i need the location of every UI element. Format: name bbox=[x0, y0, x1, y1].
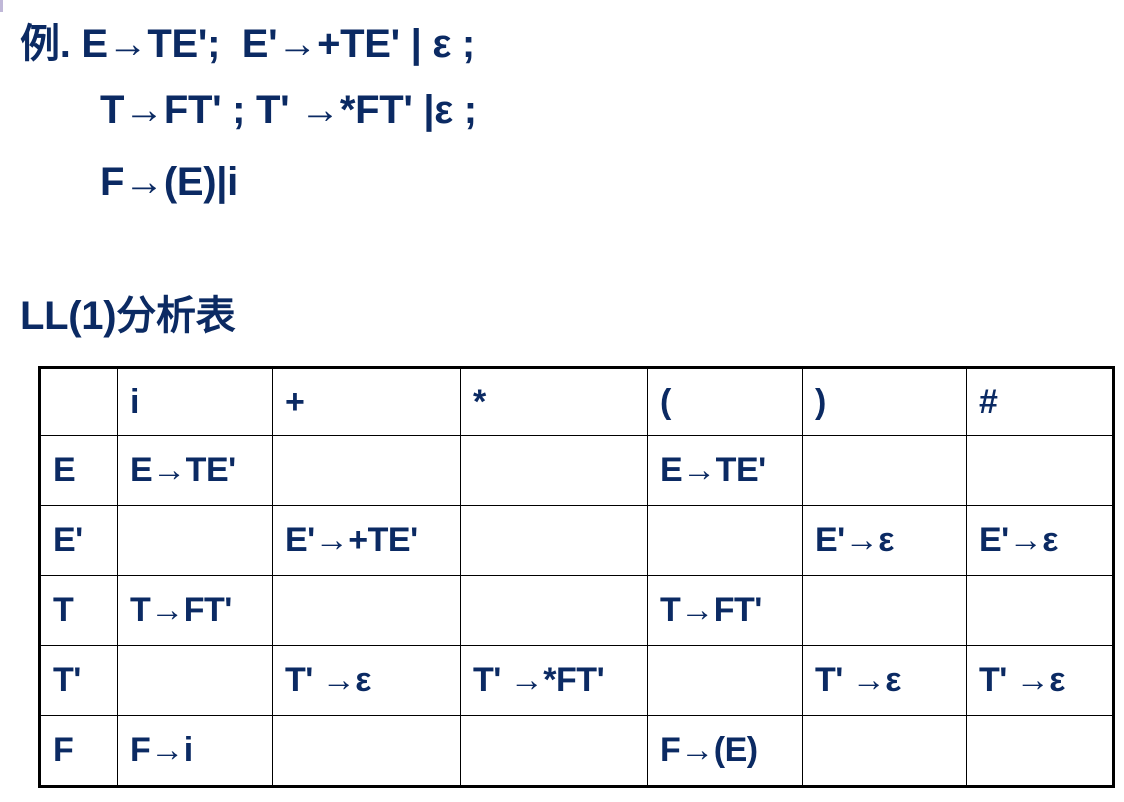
table-cell: T→FT' bbox=[117, 575, 273, 646]
row-nonterminal: T bbox=[39, 575, 118, 646]
table-cell bbox=[966, 435, 1114, 506]
table-cell: T' →*FT' bbox=[460, 645, 648, 716]
table-title: LL(1)分析表 bbox=[20, 294, 236, 338]
table-row: E E→TE' E→TE' bbox=[39, 435, 1114, 506]
table-cell bbox=[802, 435, 967, 506]
table-cell bbox=[647, 645, 803, 716]
header-cell-rparen: ) bbox=[802, 367, 967, 436]
table-cell: T→FT' bbox=[647, 575, 803, 646]
table-cell: E'→ε bbox=[966, 505, 1114, 576]
grammar-line-1: 例. E→TE'; E'→+TE' | ε ; bbox=[20, 22, 475, 66]
ll1-parse-table: i + * ( ) # E E→TE' E→TE' E' E'→+TE' E'→… bbox=[38, 366, 1115, 788]
table-cell bbox=[966, 715, 1114, 787]
header-cell-lparen: ( bbox=[647, 367, 803, 436]
slide-corner-mark bbox=[0, 0, 3, 12]
table-cell: T' →ε bbox=[272, 645, 461, 716]
grammar-line-3: F→(E)|i bbox=[100, 160, 238, 204]
header-cell-corner bbox=[39, 367, 118, 436]
row-nonterminal: E bbox=[39, 435, 118, 506]
table-cell bbox=[460, 505, 648, 576]
table-cell bbox=[460, 715, 648, 787]
table-cell: T' →ε bbox=[802, 645, 967, 716]
table-header-row: i + * ( ) # bbox=[39, 367, 1114, 436]
table-cell bbox=[647, 505, 803, 576]
table-cell bbox=[460, 435, 648, 506]
table-cell bbox=[966, 575, 1114, 646]
table-row: E' E'→+TE' E'→ε E'→ε bbox=[39, 505, 1114, 576]
table-cell bbox=[802, 715, 967, 787]
table-cell: T' →ε bbox=[966, 645, 1114, 716]
table-cell bbox=[117, 645, 273, 716]
table-cell bbox=[460, 575, 648, 646]
table-cell: E'→+TE' bbox=[272, 505, 461, 576]
table-cell: E→TE' bbox=[647, 435, 803, 506]
table-cell bbox=[802, 575, 967, 646]
table-cell: E→TE' bbox=[117, 435, 273, 506]
table-cell: E'→ε bbox=[802, 505, 967, 576]
table-cell bbox=[272, 435, 461, 506]
grammar-line-2: T→FT' ; T' →*FT' |ε ; bbox=[100, 88, 477, 132]
table-cell bbox=[272, 575, 461, 646]
table-cell: F→(E) bbox=[647, 715, 803, 787]
row-nonterminal: T' bbox=[39, 645, 118, 716]
header-cell-i: i bbox=[117, 367, 273, 436]
row-nonterminal: F bbox=[39, 715, 118, 787]
table-cell: F→i bbox=[117, 715, 273, 787]
table-row: T T→FT' T→FT' bbox=[39, 575, 1114, 646]
table-cell bbox=[272, 715, 461, 787]
header-cell-star: * bbox=[460, 367, 648, 436]
row-nonterminal: E' bbox=[39, 505, 118, 576]
header-cell-plus: + bbox=[272, 367, 461, 436]
table-cell bbox=[117, 505, 273, 576]
header-cell-hash: # bbox=[966, 367, 1114, 436]
table-row: F F→i F→(E) bbox=[39, 715, 1114, 787]
table-row: T' T' →ε T' →*FT' T' →ε T' →ε bbox=[39, 645, 1114, 716]
